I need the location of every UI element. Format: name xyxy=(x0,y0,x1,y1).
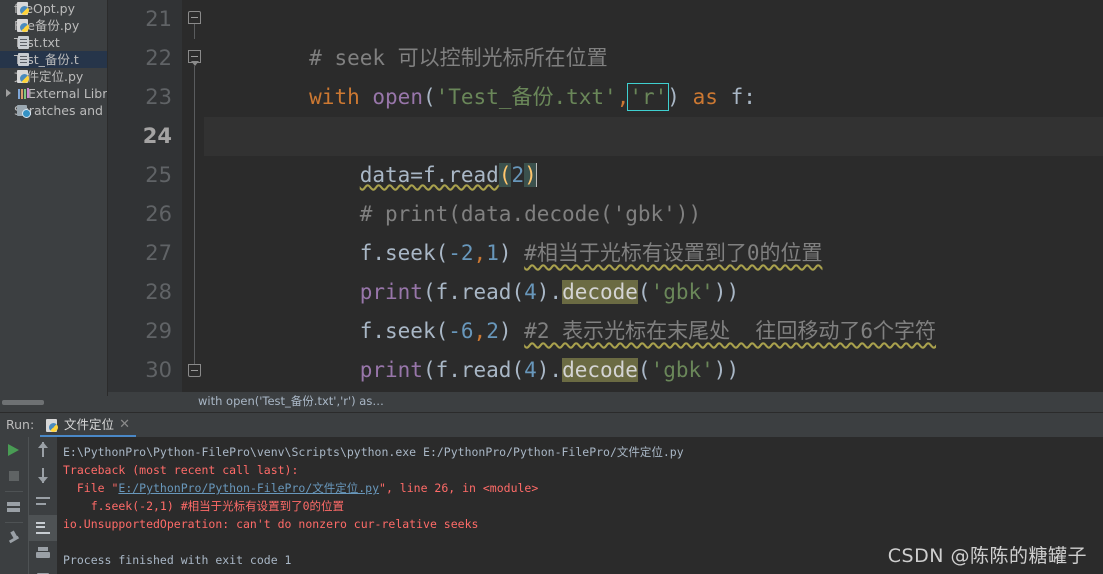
python-file-icon xyxy=(16,18,31,33)
console-traceback-header: Traceback (most recent call last): xyxy=(63,463,299,477)
run-tab-bar[interactable]: Run: 文件定位 ✕ xyxy=(0,413,1103,437)
file-path-link[interactable]: E:/PythonPro/Python-FilePro/文件定位.py xyxy=(118,481,379,495)
run-tab-label: 文件定位 xyxy=(64,417,115,432)
tree-item-scratches[interactable]: Scratches and xyxy=(0,102,107,119)
fold-guide xyxy=(186,273,204,312)
soft-wrap-button[interactable] xyxy=(29,489,57,515)
stop-icon xyxy=(9,471,19,481)
pin-icon xyxy=(8,531,20,545)
line-number: 28 xyxy=(145,280,172,304)
code-line-22[interactable]: with open('Test_备份.txt','r') as f: xyxy=(204,39,1103,111)
fold-guide xyxy=(186,312,204,351)
file-suffix: ", line 26, in <module> xyxy=(379,481,539,495)
tree-item-test-beifen-txt[interactable]: Test_备份.t xyxy=(0,51,107,68)
code-line-28[interactable]: f.seek(-6,2) #2 表示光标在末尾处 往回移动了6个字符 xyxy=(204,273,1103,343)
scroll-to-end-icon xyxy=(36,522,50,534)
fold-guide xyxy=(186,78,204,117)
fold-guide xyxy=(186,156,204,195)
breadcrumb[interactable]: with open('Test_备份.txt','r') as… xyxy=(108,392,1103,410)
code-line-30[interactable]: pass xyxy=(204,351,1103,390)
arrow-up-icon xyxy=(38,442,48,457)
python-file-icon xyxy=(16,1,31,16)
fold-marker-comment[interactable] xyxy=(186,0,204,39)
line-number: 22 xyxy=(145,46,172,70)
close-icon[interactable]: ✕ xyxy=(119,413,130,437)
fold-guide xyxy=(186,234,204,273)
stop-button[interactable] xyxy=(0,463,28,489)
scratches-icon xyxy=(16,103,31,118)
line-number: 25 xyxy=(145,163,172,187)
fold-marker-with-block[interactable] xyxy=(186,39,204,78)
line-number: 30 xyxy=(145,358,172,382)
divider xyxy=(5,522,23,523)
chevron-right-icon[interactable] xyxy=(6,89,11,97)
down-button[interactable] xyxy=(29,463,57,489)
tree-item-file-beifen[interactable]: File备份.py xyxy=(0,17,107,34)
tree-item-label: External Librar xyxy=(28,86,108,101)
clear-all-button[interactable] xyxy=(29,567,57,574)
line-number-current: 24 xyxy=(142,124,172,148)
pycharm-window: fileOpt.py File备份.py Test.txt Test_备份.t … xyxy=(0,0,1103,574)
code-text-area[interactable]: # seek 可以控制光标所在位置 with open('Test_备份.txt… xyxy=(204,0,1103,396)
library-icon xyxy=(16,86,31,101)
run-tab-wenjiandingwei[interactable]: 文件定位 ✕ xyxy=(40,413,137,437)
line-number: 26 xyxy=(145,202,172,226)
play-icon xyxy=(8,444,19,456)
divider xyxy=(5,491,23,492)
text-file-icon xyxy=(16,52,31,67)
project-tree-panel[interactable]: fileOpt.py File备份.py Test.txt Test_备份.t … xyxy=(0,0,108,396)
text-file-icon xyxy=(16,35,31,50)
console-source-line: f.seek(-2,1) #相当于光标有设置到了0的位置 xyxy=(63,499,345,513)
run-window-label: Run: xyxy=(6,417,35,432)
run-toolbar-right[interactable] xyxy=(28,437,57,574)
scroll-to-end-button[interactable] xyxy=(29,515,57,541)
run-toolbar-left[interactable] xyxy=(0,437,28,574)
tree-item-fileopt[interactable]: fileOpt.py xyxy=(0,0,107,17)
code-line-21[interactable]: # seek 可以控制光标所在位置 xyxy=(204,0,1103,70)
fold-guide xyxy=(186,195,204,234)
tree-item-test-txt[interactable]: Test.txt xyxy=(0,34,107,51)
line-number: 23 xyxy=(145,85,172,109)
python-file-icon xyxy=(45,418,60,433)
soft-wrap-icon xyxy=(36,497,50,507)
line-number: 21 xyxy=(145,7,172,31)
console-command: E:\PythonPro\Python-FilePro\venv\Scripts… xyxy=(63,445,684,459)
code-line-25[interactable]: # print(data.decode('gbk')) xyxy=(204,156,1103,226)
rerun-button[interactable] xyxy=(0,494,28,520)
watermark: CSDN @陈陈的糖罐子 xyxy=(887,545,1087,567)
code-line-24[interactable]: data=f.read(2) xyxy=(204,117,1103,187)
line-number: 27 xyxy=(145,241,172,265)
code-line-23[interactable]: f.seek(4,0) #光标是从0的位置开始 像前【右】移动 4个字符 xyxy=(204,78,1103,148)
arrow-down-icon xyxy=(38,468,48,483)
fold-marker-end[interactable] xyxy=(186,351,204,390)
file-prefix: File " xyxy=(63,481,119,495)
console-file-line: File "E:/PythonPro/Python-FilePro/文件定位.p… xyxy=(63,479,1103,497)
code-line-29[interactable]: print(f.read(4).decode('gbk')) xyxy=(204,312,1103,382)
python-file-icon xyxy=(16,69,31,84)
code-editor[interactable]: 21 22 23 24 25 26 27 28 29 30 # seek 可以控… xyxy=(108,0,1103,396)
pin-button[interactable] xyxy=(0,525,28,551)
line-number: 29 xyxy=(145,319,172,343)
print-button[interactable] xyxy=(29,541,57,567)
console-error-message: io.UnsupportedOperation: can't do nonzer… xyxy=(63,517,479,531)
tree-item-wenjiandingwei[interactable]: 文件定位.py xyxy=(0,68,107,85)
up-button[interactable] xyxy=(29,437,57,463)
code-line-26[interactable]: f.seek(-2,1) #相当于光标有设置到了0的位置 xyxy=(204,195,1103,265)
fold-guide xyxy=(186,117,204,156)
editor-gutter[interactable]: 21 22 23 24 25 26 27 28 29 30 xyxy=(108,0,182,396)
run-button[interactable] xyxy=(0,437,28,463)
print-icon xyxy=(36,547,50,561)
rerun-icon xyxy=(7,502,20,512)
tree-item-external-libraries[interactable]: External Librar xyxy=(0,85,107,102)
code-line-27[interactable]: print(f.read(4).decode('gbk')) xyxy=(204,234,1103,304)
sidebar-horizontal-scrollbar[interactable] xyxy=(2,400,44,405)
